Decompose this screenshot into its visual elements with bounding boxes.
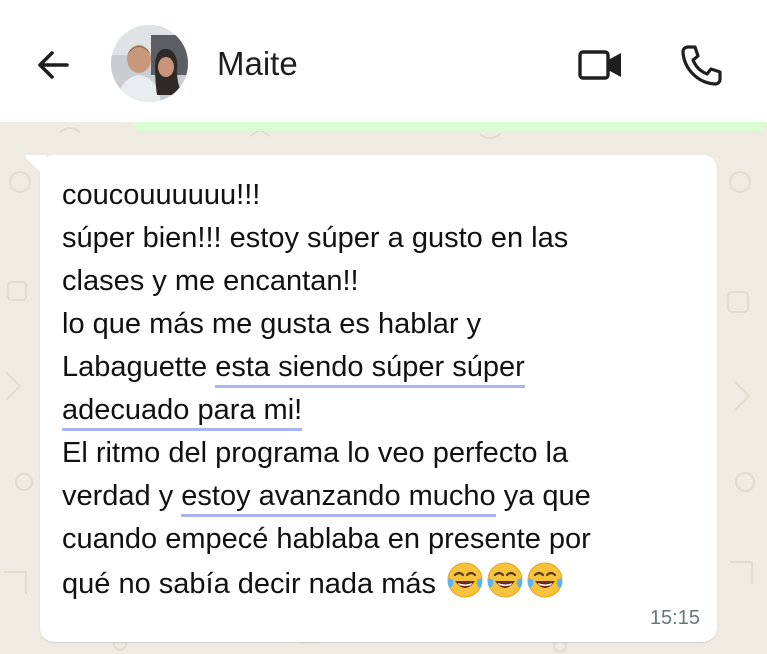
chat-header: Maite — [0, 0, 767, 122]
message-line: Labaguette esta siendo súper súper — [62, 346, 702, 389]
avatar-photo — [111, 25, 188, 102]
message-line: El ritmo del programa lo veo perfecto la — [62, 432, 702, 475]
contact-name[interactable]: Maite — [217, 44, 298, 84]
phone-icon — [681, 45, 722, 86]
message-line: qué no sabía decir nada más — [62, 561, 702, 606]
message-line: cuando empecé hablaba en presente por — [62, 518, 702, 561]
video-camera-icon — [578, 50, 621, 80]
spellcheck-underlined-text: esta siendo súper súper — [215, 351, 525, 388]
text: coucouuuuuu!!! — [62, 179, 261, 211]
spellcheck-underlined-text: adecuado para mi! — [62, 394, 303, 431]
face-with-tears-of-joy-icon — [447, 562, 483, 598]
incoming-message-bubble[interactable]: coucouuuuuu!!! súper bien!!! estoy súper… — [25, 155, 717, 642]
back-button[interactable] — [30, 42, 76, 88]
voice-call-button[interactable] — [676, 40, 726, 90]
text: súper bien!!! estoy súper a gusto en las — [62, 222, 569, 254]
bubble-tail — [25, 155, 46, 177]
text: El ritmo del programa lo veo perfecto la — [62, 437, 569, 469]
message-line: súper bien!!! estoy súper a gusto en las — [62, 217, 702, 260]
message-line: lo que más me gusta es hablar y — [62, 303, 702, 346]
message-line: verdad y estoy avanzando mucho ya que — [62, 475, 702, 518]
text: cuando empecé hablaba en presente por — [62, 523, 591, 555]
previous-outgoing-bubble — [133, 122, 767, 131]
contact-avatar[interactable] — [111, 25, 188, 102]
spellcheck-underlined-text: estoy avanzando mucho — [181, 480, 496, 517]
text: verdad y — [62, 480, 182, 512]
text: Labaguette — [62, 351, 216, 383]
message-timestamp: 15:15 — [649, 607, 700, 629]
text: lo que más me gusta es hablar y — [62, 308, 482, 340]
message-line: coucouuuuuu!!! — [62, 174, 702, 217]
text: clases y me encantan!! — [62, 265, 359, 297]
face-with-tears-of-joy-icon — [487, 562, 523, 598]
message-line: adecuado para mi! — [62, 389, 702, 432]
text: qué no sabía decir nada más — [62, 568, 437, 600]
arrow-left-icon — [38, 51, 69, 79]
message-text: coucouuuuuu!!! súper bien!!! estoy súper… — [62, 174, 702, 606]
face-with-tears-of-joy-icon — [527, 562, 563, 598]
text: ya que — [495, 480, 591, 512]
message-line: clases y me encantan!! — [62, 260, 702, 303]
chat-area[interactable]: coucouuuuuu!!! súper bien!!! estoy súper… — [0, 122, 767, 654]
video-call-button[interactable] — [574, 40, 628, 90]
